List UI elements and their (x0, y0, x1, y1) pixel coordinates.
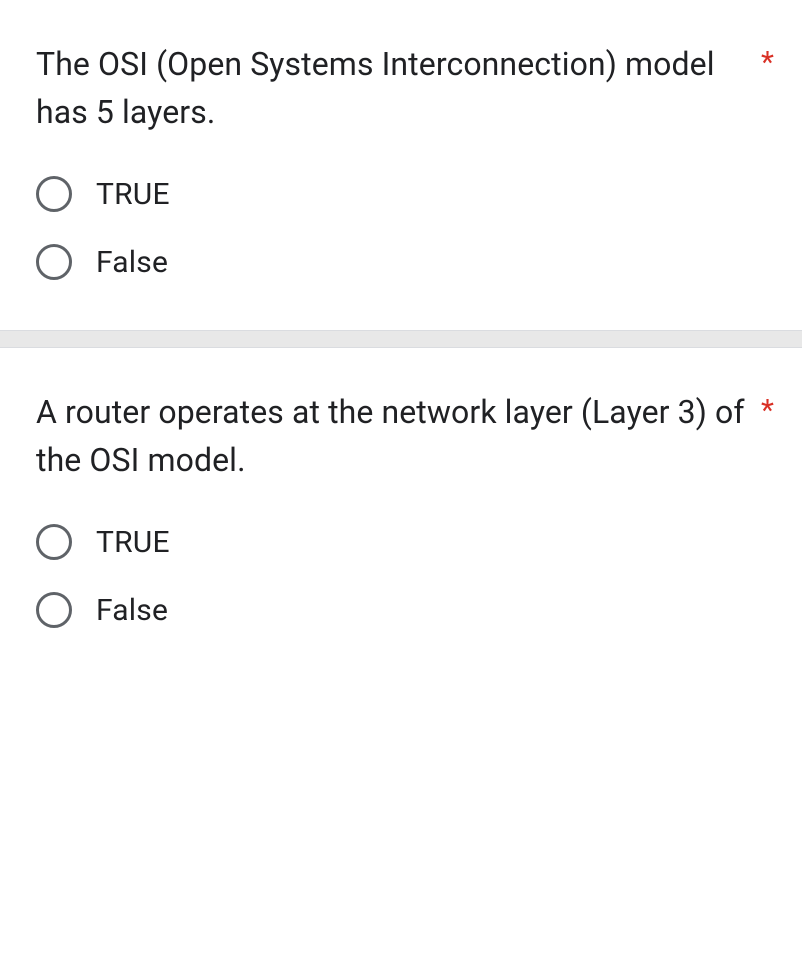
option-label-true-2: TRUE (96, 525, 170, 560)
question-text-2: A router operates at the network layer (… (36, 388, 766, 484)
radio-option-false-1[interactable]: False (36, 244, 766, 280)
option-label-false-2: False (96, 593, 168, 628)
required-asterisk-1: * (761, 40, 774, 85)
required-asterisk-2: * (761, 388, 774, 433)
options-group-2: TRUE False (36, 524, 766, 628)
radio-option-false-2[interactable]: False (36, 592, 766, 628)
question-text-1: The OSI (Open Systems Interconnection) m… (36, 40, 766, 136)
option-label-false-1: False (96, 245, 168, 280)
question-prompt-1: The OSI (Open Systems Interconnection) m… (36, 45, 715, 131)
radio-circle-icon (36, 524, 72, 560)
question-card-2: A router operates at the network layer (… (0, 348, 802, 678)
radio-circle-icon (36, 176, 72, 212)
radio-option-true-2[interactable]: TRUE (36, 524, 766, 560)
radio-circle-icon (36, 244, 72, 280)
question-card-1: The OSI (Open Systems Interconnection) m… (0, 0, 802, 330)
card-divider (0, 330, 802, 348)
radio-circle-icon (36, 592, 72, 628)
option-label-true-1: TRUE (96, 177, 170, 212)
question-prompt-2: A router operates at the network layer (… (36, 393, 745, 479)
options-group-1: TRUE False (36, 176, 766, 280)
radio-option-true-1[interactable]: TRUE (36, 176, 766, 212)
